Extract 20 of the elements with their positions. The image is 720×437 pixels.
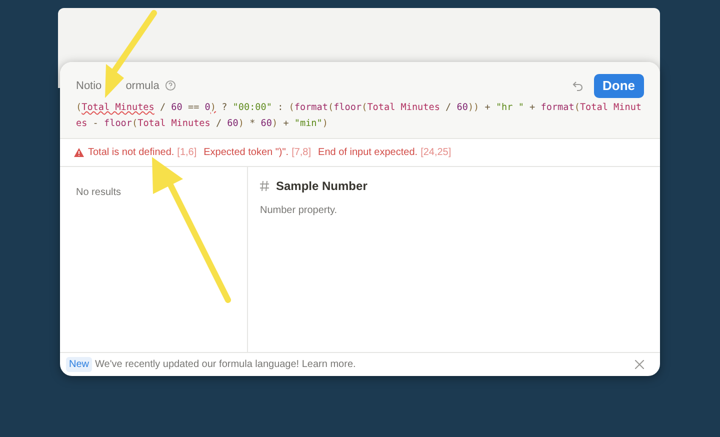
- close-icon[interactable]: [635, 360, 644, 369]
- empty-results-text: No results: [76, 186, 122, 198]
- error-message: Expected token ")".: [204, 146, 289, 160]
- error-range: [24,25]: [420, 146, 452, 160]
- property-title: Sample Number: [276, 178, 368, 194]
- help-icon[interactable]: [165, 80, 176, 92]
- new-badge: New: [66, 357, 92, 372]
- error-message: End of input expected.: [318, 146, 418, 160]
- error-message: Total is not defined.: [88, 146, 174, 160]
- property-description: Number property.: [260, 204, 338, 218]
- done-button[interactable]: Done: [594, 74, 644, 98]
- warning-icon: [74, 148, 84, 156]
- hash-icon: [260, 180, 269, 190]
- dialog-title: Notio: [76, 78, 102, 94]
- dialog-title: ormula: [126, 78, 160, 94]
- error-range: [1,6]: [177, 146, 197, 160]
- update-notice[interactable]: We've recently updated our formula language! Learn more.: [95, 357, 632, 372]
- undo-icon[interactable]: [572, 80, 584, 92]
- formula-editor[interactable]: (Total Minutes / 60 == 0) ? "00:00" : (format(floor(Total Minutes / 60)) + "hr " + format(Total Minutes - floor(Total Minutes / 60) * 60) + "min"): [76, 100, 644, 132]
- error-range: [7,8]: [292, 146, 312, 160]
